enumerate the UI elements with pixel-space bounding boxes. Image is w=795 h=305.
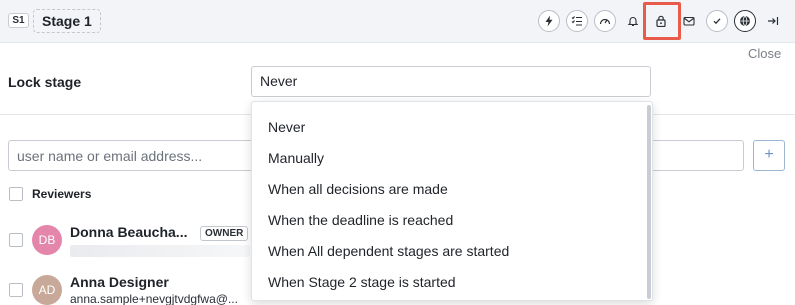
stage-title[interactable]: Stage 1 bbox=[33, 9, 101, 33]
owner-badge: OWNER bbox=[200, 226, 249, 241]
stage-header: S1 Stage 1 bbox=[0, 0, 795, 43]
dropdown-scrollbar[interactable] bbox=[647, 105, 651, 299]
dropdown-option[interactable]: Manually bbox=[268, 150, 324, 166]
user-checkbox[interactable] bbox=[9, 283, 23, 297]
redacted-email bbox=[70, 245, 250, 257]
dropdown-option[interactable]: When all decisions are made bbox=[268, 181, 448, 197]
avatar: AD bbox=[32, 275, 62, 305]
dropdown-option[interactable]: When Stage 2 stage is started bbox=[268, 274, 456, 290]
user-email: anna.sample+nevgjtvdgfwa@... bbox=[70, 292, 238, 305]
gauge-icon[interactable] bbox=[594, 10, 616, 32]
lightning-icon[interactable] bbox=[538, 10, 560, 32]
stage-badge: S1 bbox=[8, 13, 29, 28]
add-user-button[interactable]: + bbox=[753, 140, 785, 171]
collapse-right-icon[interactable] bbox=[762, 10, 784, 32]
close-link[interactable]: Close bbox=[748, 46, 781, 61]
dropdown-option[interactable]: When All dependent stages are started bbox=[268, 243, 509, 259]
checklist-icon[interactable] bbox=[566, 10, 588, 32]
bell-icon[interactable] bbox=[622, 10, 644, 32]
user-name: Donna Beaucha... bbox=[70, 224, 188, 240]
globe-icon[interactable] bbox=[734, 10, 756, 32]
user-checkbox[interactable] bbox=[9, 233, 23, 247]
user-name: Anna Designer bbox=[70, 274, 169, 290]
lock-stage-dropdown: Never Manually When all decisions are ma… bbox=[251, 101, 653, 301]
dropdown-option[interactable]: When the deadline is reached bbox=[268, 212, 453, 228]
reviewers-header: Reviewers bbox=[32, 187, 92, 201]
lock-icon-highlight bbox=[643, 2, 681, 40]
avatar: DB bbox=[32, 225, 62, 255]
dropdown-option[interactable]: Never bbox=[268, 119, 305, 135]
check-circle-icon[interactable] bbox=[706, 10, 728, 32]
lock-stage-select[interactable]: Never bbox=[251, 66, 651, 97]
lock-stage-label: Lock stage bbox=[8, 74, 82, 90]
select-all-checkbox[interactable] bbox=[9, 187, 23, 201]
mail-icon[interactable] bbox=[678, 10, 700, 32]
